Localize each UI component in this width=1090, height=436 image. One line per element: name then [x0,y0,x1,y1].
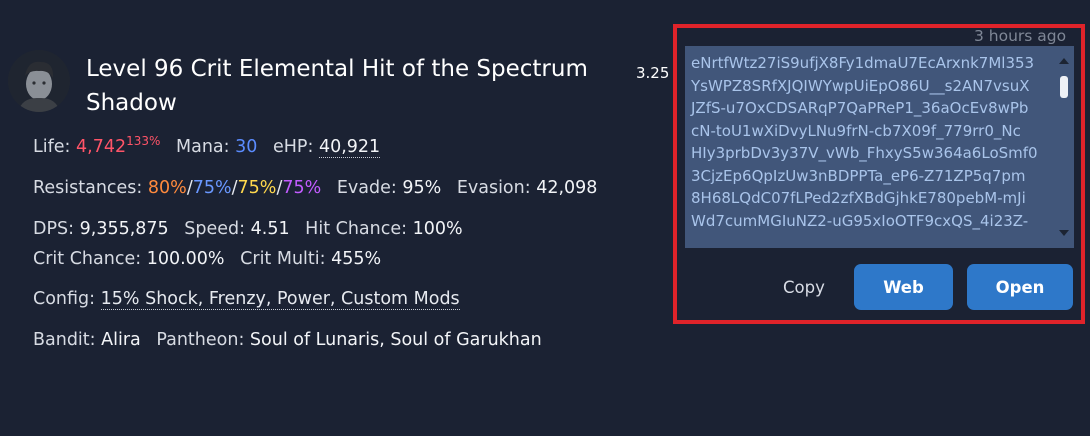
code-line: YsWPZ8SRfXJQIWYwpUiEpO86U__s2AN7vsuX [691,76,1030,95]
chaos-resistance: 75% [282,178,322,198]
bandit-value: Alira [101,330,141,350]
dps-value: 9,355,875 [79,219,169,239]
crit-chance-value: 100.00% [146,249,225,269]
cold-resistance: 75% [192,178,232,198]
stats-row-resistances: Resistances: 80%/75%/75%/75% Evade: 95% … [33,178,597,198]
config-label: Config: [33,289,96,309]
hit-chance-value: 100% [412,219,463,239]
code-line: Wd7cumMGIuNZ2-uG95xIoOTF9cxQS_4i23Z- [691,211,1029,230]
dps-label: DPS: [33,219,75,239]
stats-row-config: Config: 15% Shock, Frenzy, Power, Custom… [33,289,460,310]
evasion-label: Evasion: [456,178,531,198]
config-value[interactable]: 15% Shock, Frenzy, Power, Custom Mods [100,289,460,310]
mana-label: Mana: [176,137,230,157]
ehp-label: eHP: [273,137,314,157]
character-portrait-icon [8,50,70,112]
mana-value: 30 [235,137,258,157]
scrollbar[interactable] [1054,46,1074,248]
scrollbar-thumb[interactable] [1060,76,1068,98]
pantheon-value: Soul of Lunaris, Soul of Garukhan [249,330,542,350]
fire-resistance: 80% [147,178,187,198]
speed-label: Speed: [184,219,246,239]
lightning-resistance: 75% [237,178,277,198]
code-line: 3CjzEp6QpIzUw3nBDPPTa_eP6-Z71ZP5q7pm [691,166,1026,185]
ehp-value[interactable]: 40,921 [318,137,381,158]
life-label: Life: [33,137,71,157]
build-code-text: eNrtfWtz27iS9ufjX8Fy1dmaU7EcArxnk7Ml353 … [691,52,1051,232]
bandit-label: Bandit: [33,330,96,350]
character-avatar [8,50,70,112]
resistances-label: Resistances: [33,178,143,198]
crit-multi-label: Crit Multi: [240,249,326,269]
scroll-down-icon[interactable] [1059,230,1069,236]
stats-row-crit: Crit Chance: 100.00% Crit Multi: 455% [33,249,381,269]
evasion-value: 42,098 [536,178,598,198]
crit-chance-label: Crit Chance: [33,249,142,269]
build-title: Level 96 Crit Elemental Hit of the Spect… [86,56,588,116]
copy-button[interactable]: Copy [783,278,825,297]
build-code-textarea[interactable]: eNrtfWtz27iS9ufjX8Fy1dmaU7EcArxnk7Ml353 … [685,46,1074,248]
crit-multi-value: 455% [331,249,382,269]
stats-row-dps: DPS: 9,355,875 Speed: 4.51 Hit Chance: 1… [33,219,463,239]
code-line: 8H68LQdC07fLPed2zfXBdGjhkE780pebM-mJi [691,189,1026,207]
life-percent: 133% [126,134,161,148]
stats-row-life: Life: 4,742133% Mana: 30 eHP: 40,921 [33,134,381,158]
web-button[interactable]: Web [854,264,953,310]
code-line: HIy3prbDv3y37V_vWb_FhxyS5w364a6LoSmf0 [691,144,1038,162]
pantheon-label: Pantheon: [156,330,245,350]
open-button[interactable]: Open [967,264,1073,310]
code-line: cN-toU1wXiDvyLNu9frN-cb7X09f_779rr0_Nc [691,121,1021,140]
speed-value: 4.51 [250,219,290,239]
version-number: 3.25 [636,64,670,82]
scroll-up-icon[interactable] [1059,58,1069,64]
stats-row-bandit: Bandit: Alira Pantheon: Soul of Lunaris,… [33,330,542,350]
evade-label: Evade: [336,178,397,198]
code-line: JZfS-u7OxCDSARqP7QaPReP1_36aOcEv8wPb [691,99,1029,117]
evade-value: 95% [402,178,442,198]
life-value: 4,742 [76,137,127,157]
code-line: eNrtfWtz27iS9ufjX8Fy1dmaU7EcArxnk7Ml353 [691,54,1035,72]
hit-chance-label: Hit Chance: [305,219,408,239]
